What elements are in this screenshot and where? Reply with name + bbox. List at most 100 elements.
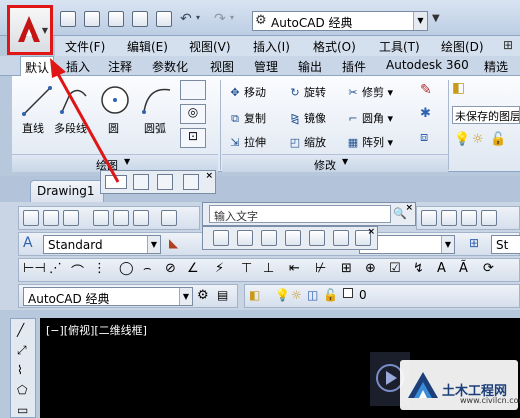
hatch-icon[interactable]: ◎: [180, 104, 206, 124]
new-file-icon[interactable]: [23, 210, 39, 226]
qat-customize-icon[interactable]: ▼: [432, 13, 440, 24]
construction-line-icon[interactable]: ⤢: [17, 343, 27, 358]
move-button[interactable]: ✥ 移动: [228, 84, 266, 100]
menu-draw[interactable]: 绘图(D): [441, 38, 484, 55]
tool-palette-icon[interactable]: [481, 210, 497, 226]
field-icon[interactable]: [309, 230, 325, 246]
measure-icon[interactable]: [183, 174, 199, 190]
quick-dim-icon[interactable]: ⚡: [215, 261, 224, 276]
tab-autodesk-360[interactable]: Autodesk 360: [384, 58, 471, 72]
circle-icon[interactable]: [98, 82, 132, 118]
angular-icon[interactable]: ∠: [187, 261, 199, 276]
trim-button[interactable]: ✂ 修剪 ▾: [346, 84, 393, 100]
redo-dropdown-icon[interactable]: ▾: [230, 13, 234, 22]
jogged-linear-icon[interactable]: ↯: [413, 261, 424, 276]
line-icon[interactable]: ╱: [17, 323, 24, 337]
text-style-combo[interactable]: Standard ▼: [43, 235, 161, 254]
menu-tools[interactable]: 工具(T): [379, 38, 420, 55]
undo-icon[interactable]: ↶: [180, 11, 192, 27]
array-button[interactable]: ▦ 阵列 ▾: [346, 134, 393, 150]
xref-icon[interactable]: [237, 230, 253, 246]
3d-object-icon[interactable]: [333, 230, 349, 246]
render-icon[interactable]: [161, 210, 177, 226]
close-icon[interactable]: ×: [205, 171, 213, 181]
baseline-icon[interactable]: ⊤: [241, 261, 252, 276]
ordinate-icon[interactable]: ⋮: [93, 261, 106, 276]
layer-freeze-icon[interactable]: ☼: [472, 132, 484, 147]
print-icon[interactable]: [93, 210, 109, 226]
design-center-icon[interactable]: [461, 210, 477, 226]
insert-block-icon[interactable]: [213, 230, 229, 246]
tab-view[interactable]: 视图: [208, 58, 236, 75]
rotate-button[interactable]: ↻ 旋转: [288, 84, 326, 100]
menu-format[interactable]: 格式(O): [313, 38, 356, 55]
save-as-icon[interactable]: [132, 11, 148, 27]
save-icon[interactable]: [63, 210, 79, 226]
open-file-icon[interactable]: [84, 11, 100, 27]
line-icon[interactable]: [20, 82, 54, 118]
tab-parametric[interactable]: 参数化: [150, 58, 190, 75]
raster-image-icon[interactable]: [261, 230, 277, 246]
radius-icon[interactable]: ◯: [119, 261, 134, 276]
gear-icon[interactable]: ⚙: [197, 288, 209, 303]
properties-icon[interactable]: [441, 210, 457, 226]
scale-button[interactable]: ◰ 缩放: [288, 134, 326, 150]
modify-panel-footer[interactable]: 修改 ▼: [222, 154, 448, 172]
dimension-icon[interactable]: [105, 175, 127, 189]
menu-more[interactable]: ⊞: [503, 38, 513, 52]
region-icon[interactable]: ⊡: [180, 128, 206, 148]
layer-properties-icon[interactable]: ◧: [249, 288, 260, 302]
diameter-icon[interactable]: ⊘: [165, 261, 176, 276]
table-style-icon[interactable]: ⊞: [469, 236, 479, 250]
tab-manage[interactable]: 管理: [252, 58, 280, 75]
explode-icon[interactable]: ✱: [420, 106, 442, 126]
copy-button[interactable]: ⧉ 复制: [228, 110, 266, 126]
tab-home[interactable]: 默认: [20, 56, 55, 76]
print-icon[interactable]: [156, 11, 172, 27]
mirror-button[interactable]: ⧎ 镜像: [288, 110, 326, 126]
close-icon[interactable]: ×: [367, 227, 375, 237]
offset-icon[interactable]: ⧈: [420, 130, 442, 150]
fillet-button[interactable]: ⌐ 圆角 ▾: [346, 110, 393, 126]
tab-plugins[interactable]: 插件: [340, 58, 368, 75]
polyline-icon[interactable]: ⌇: [17, 363, 23, 377]
publish-icon[interactable]: [133, 210, 149, 226]
text-style-icon[interactable]: A: [23, 235, 33, 251]
save-icon[interactable]: [108, 11, 124, 27]
tolerance-icon[interactable]: ⊞: [341, 261, 352, 276]
find-text-input[interactable]: 输入文字: [209, 205, 391, 223]
layer-state-dropdown[interactable]: 未保存的图层: [452, 106, 520, 124]
undo-dropdown-icon[interactable]: ▾: [196, 13, 200, 22]
stretch-button[interactable]: ⇲ 拉伸: [228, 134, 266, 150]
close-icon[interactable]: ×: [405, 203, 413, 213]
rectangle-icon[interactable]: ▭: [17, 403, 28, 417]
arc-length-icon[interactable]: ⌒: [71, 261, 84, 280]
workspace-settings-icon[interactable]: ▤: [217, 288, 228, 302]
table-icon[interactable]: [157, 174, 173, 190]
dim-edit-icon[interactable]: A: [437, 261, 446, 276]
layer-bulb-icon[interactable]: 💡: [454, 132, 470, 147]
linear-dim-icon[interactable]: ⊢⊣: [23, 261, 46, 276]
block-icon[interactable]: [133, 174, 149, 190]
open-file-icon[interactable]: [43, 210, 59, 226]
menu-edit[interactable]: 编辑(E): [127, 38, 168, 55]
erase-icon[interactable]: ✎: [420, 82, 442, 102]
tab-insert[interactable]: 插入: [64, 58, 92, 75]
ole-object-icon[interactable]: [285, 230, 301, 246]
table-style-combo[interactable]: St: [491, 235, 520, 254]
layer-lock-icon[interactable]: 🔓: [490, 132, 506, 147]
aligned-dim-icon[interactable]: ⋰: [49, 261, 62, 276]
break-icon[interactable]: ⊬: [315, 261, 326, 276]
polyline-icon[interactable]: [58, 82, 92, 118]
rectangle-icon[interactable]: [180, 80, 206, 100]
center-mark-icon[interactable]: ⊕: [365, 261, 376, 276]
new-file-icon[interactable]: [60, 11, 76, 27]
dim-update-icon[interactable]: ⟳: [483, 261, 494, 276]
dim-text-edit-icon[interactable]: Ã: [459, 261, 468, 276]
arc-icon[interactable]: [140, 82, 174, 118]
workspace-dropdown[interactable]: ⚙ AutoCAD 经典 ▼: [252, 11, 428, 31]
continue-icon[interactable]: ⊥: [263, 261, 274, 276]
workspace-combo[interactable]: AutoCAD 经典 ▼: [23, 287, 193, 306]
menu-file[interactable]: 文件(F): [65, 38, 105, 55]
tab-annotate[interactable]: 注释: [106, 58, 134, 75]
